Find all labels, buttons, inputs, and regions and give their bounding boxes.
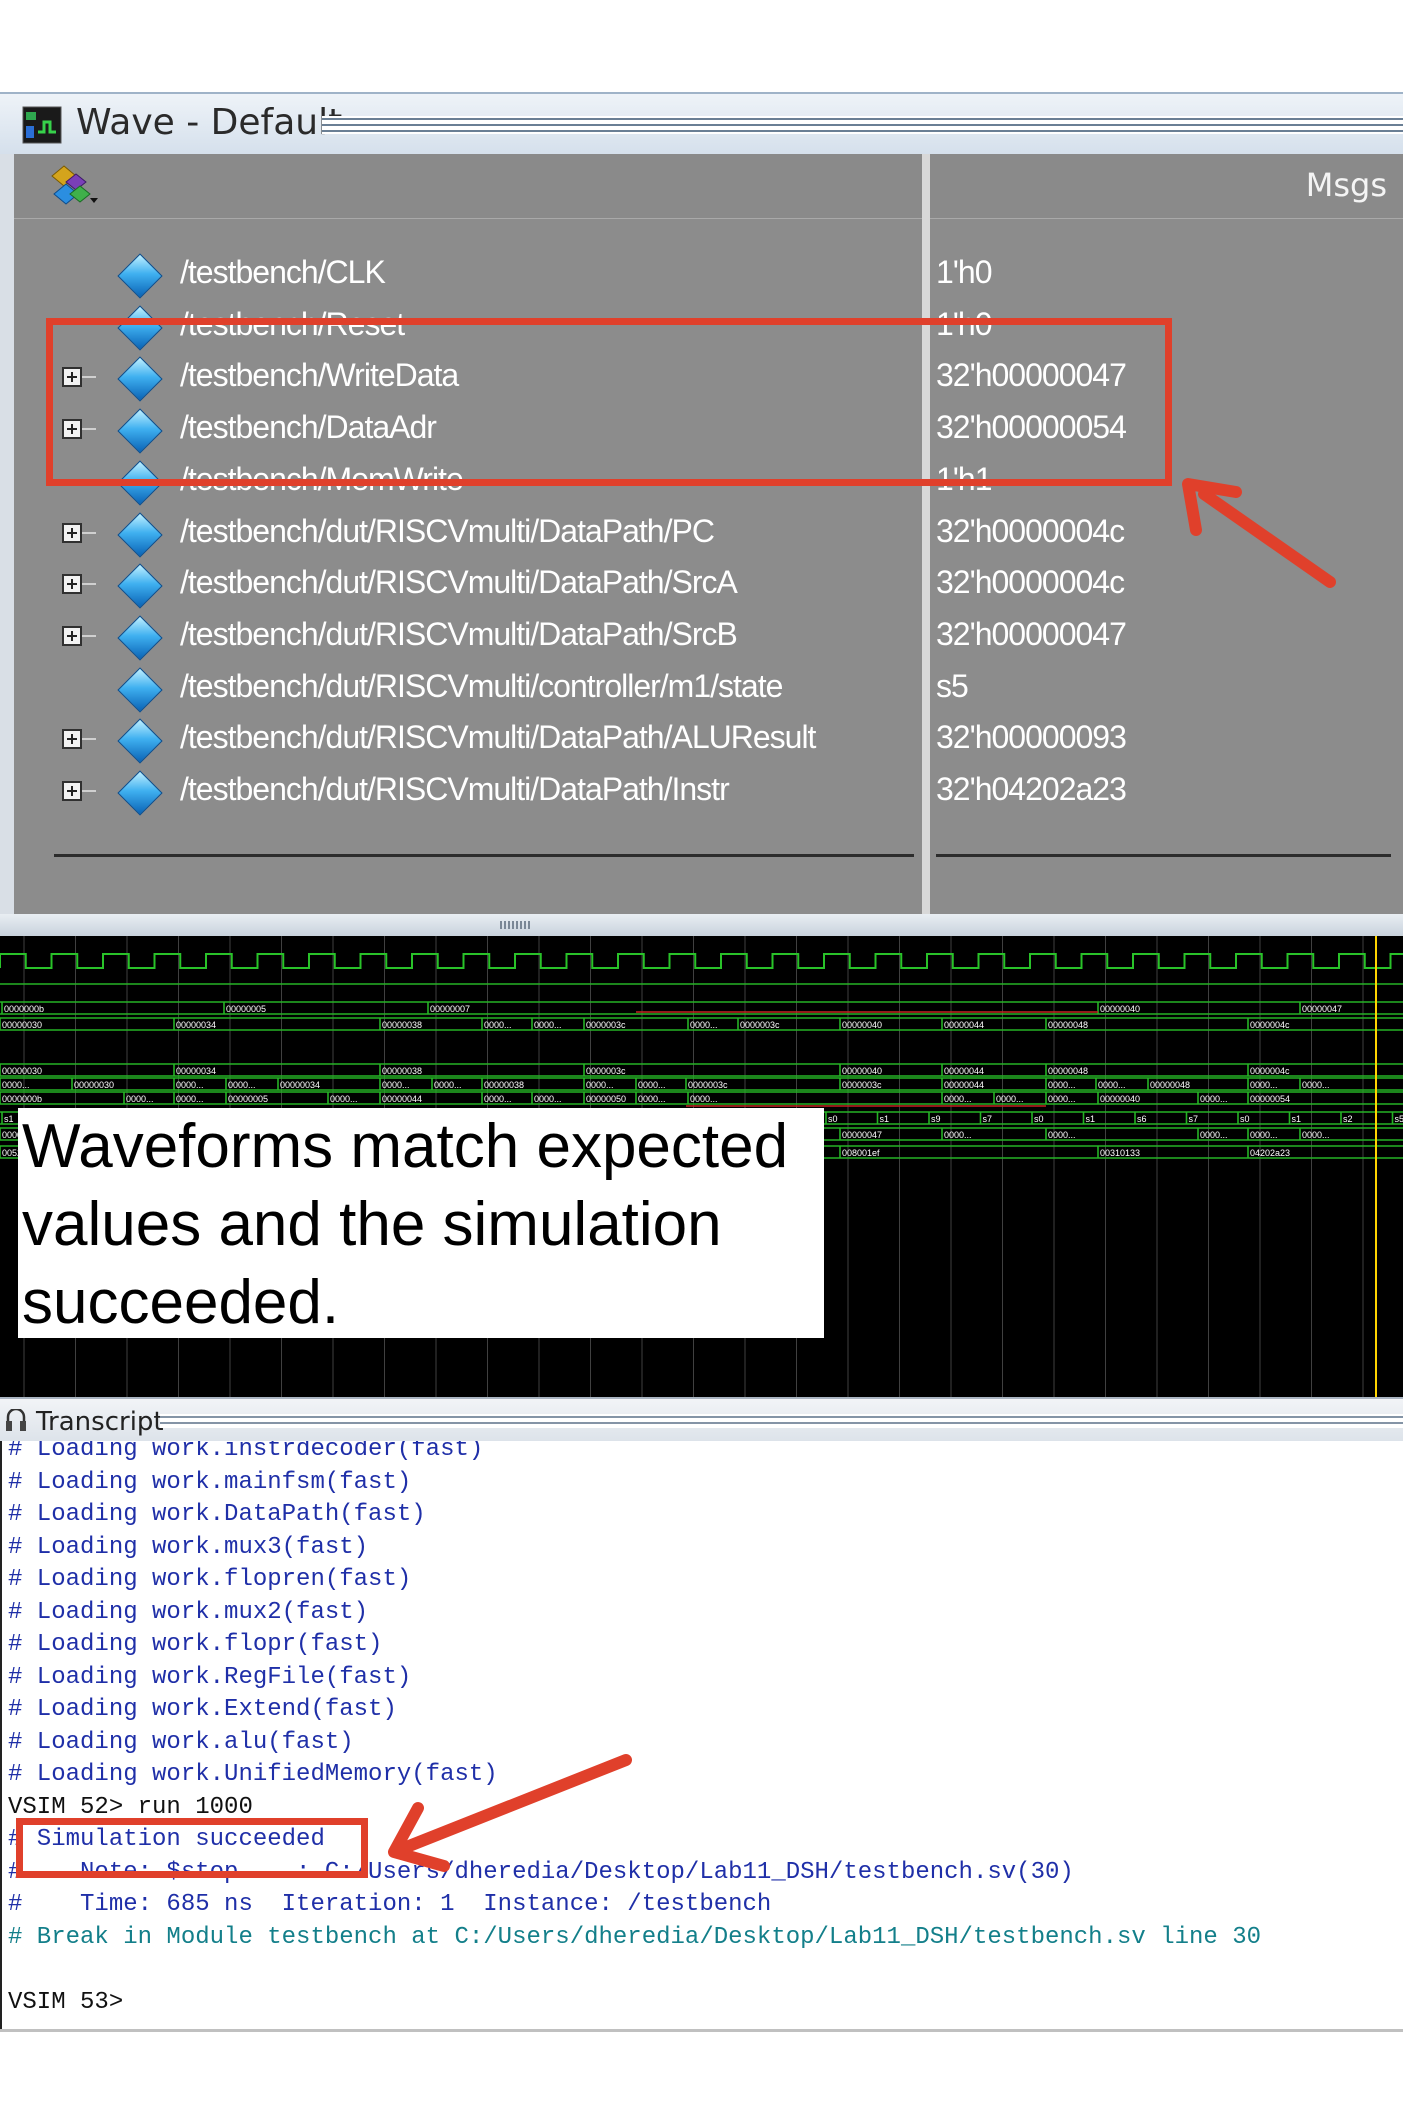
arrow-to-success: [388, 1754, 632, 1872]
annotation-arrows: [388, 478, 1336, 1872]
arrow-to-signals: [1182, 478, 1336, 588]
